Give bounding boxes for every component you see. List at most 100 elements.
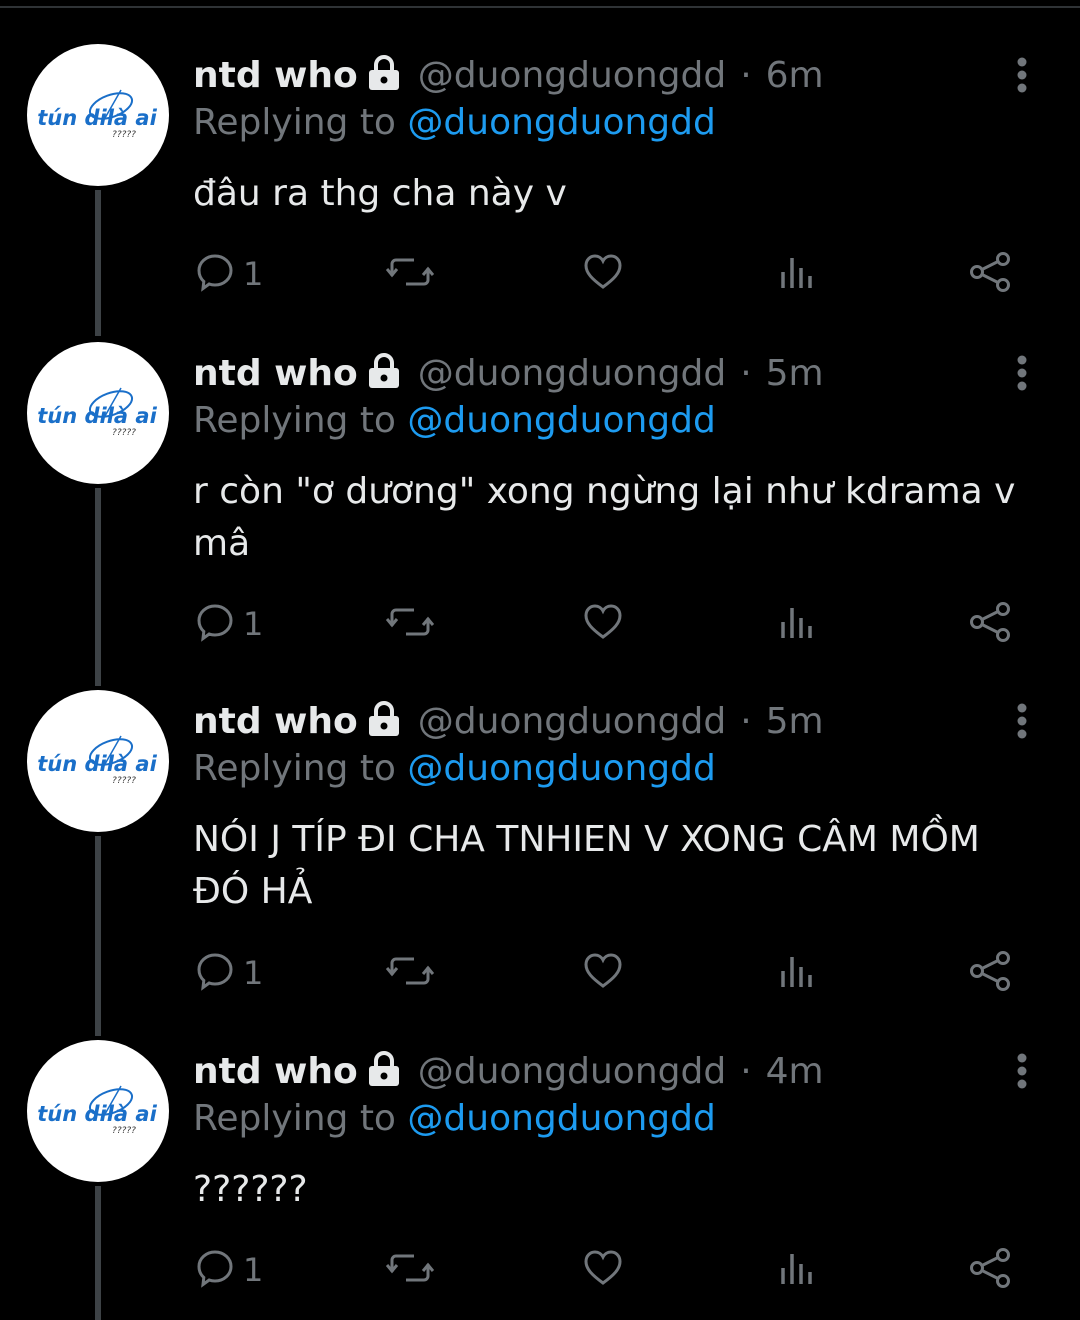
- share-icon: [968, 600, 1014, 648]
- svg-text:?????: ?????: [112, 776, 136, 786]
- reply-button[interactable]: 1: [193, 244, 263, 304]
- reply-button[interactable]: 1: [193, 943, 263, 1003]
- replying-prefix: Replying to: [193, 748, 396, 789]
- svg-text:tún dilà ai: tún dilà ai: [37, 1102, 157, 1126]
- retweet-button[interactable]: [385, 244, 435, 304]
- mention-link[interactable]: @duongduongdd: [407, 1098, 715, 1139]
- share-button[interactable]: [968, 594, 1014, 654]
- more-icon[interactable]: [1004, 1044, 1040, 1098]
- share-icon: [968, 949, 1014, 997]
- more-icon[interactable]: [1004, 48, 1040, 102]
- views-button[interactable]: [776, 594, 820, 654]
- share-button[interactable]: [968, 244, 1014, 304]
- share-icon: [968, 250, 1014, 298]
- tweet-actions: 1: [0, 943, 1080, 1003]
- replying-prefix: Replying to: [193, 1098, 396, 1139]
- timestamp[interactable]: 5m: [766, 701, 824, 742]
- views-icon: [776, 250, 820, 298]
- user-handle[interactable]: @duongduongdd: [418, 55, 726, 96]
- svg-text:?????: ?????: [112, 428, 136, 438]
- thread-line: [95, 488, 101, 686]
- more-icon[interactable]: [1004, 694, 1040, 748]
- like-icon: [581, 949, 625, 997]
- avatar[interactable]: tún dilà ai ?????: [27, 690, 169, 832]
- tweet-actions: 1: [0, 244, 1080, 304]
- svg-text:tún dilà ai: tún dilà ai: [37, 106, 157, 130]
- replying-to: Replying to @duongduongdd: [193, 748, 716, 789]
- views-icon: [776, 600, 820, 648]
- top-divider: [0, 6, 1080, 8]
- retweet-icon: [385, 1246, 435, 1294]
- timestamp[interactable]: 4m: [766, 1051, 824, 1092]
- reply-count: 1: [243, 605, 264, 643]
- reply-icon: [193, 1246, 237, 1294]
- tweet-header: ntd who @duongduongdd · 5m: [193, 346, 824, 400]
- like-button[interactable]: [581, 943, 625, 1003]
- like-button[interactable]: [581, 594, 625, 654]
- reply-button[interactable]: 1: [193, 1240, 263, 1300]
- retweet-icon: [385, 949, 435, 997]
- avatar[interactable]: tún dilà ai ?????: [27, 44, 169, 186]
- share-icon: [968, 1246, 1014, 1294]
- avatar[interactable]: tún dilà ai ?????: [27, 1040, 169, 1182]
- replying-to: Replying to @duongduongdd: [193, 1098, 716, 1139]
- avatar[interactable]: tún dilà ai ?????: [27, 342, 169, 484]
- tweet-header: ntd who @duongduongdd · 6m: [193, 48, 824, 102]
- display-name[interactable]: ntd who: [193, 353, 358, 394]
- retweet-icon: [385, 600, 435, 648]
- replying-to: Replying to @duongduongdd: [193, 102, 716, 143]
- tweet-text: ??????: [193, 1169, 308, 1210]
- share-button[interactable]: [968, 943, 1014, 1003]
- avatar-logo: tún dilà ai ?????: [37, 735, 158, 786]
- separator-dot: ·: [740, 54, 752, 96]
- like-button[interactable]: [581, 1240, 625, 1300]
- svg-text:?????: ?????: [112, 1126, 136, 1136]
- tweet-actions: 1: [0, 594, 1080, 654]
- avatar-logo: tún dilà ai ?????: [37, 387, 158, 438]
- avatar-logo: tún dilà ai ?????: [37, 89, 158, 140]
- tweet-text: NÓI J TÍP ĐI CHA TNHIEN V XONG CÂM MỒM Đ…: [193, 819, 980, 912]
- thread-line: [95, 836, 101, 1036]
- svg-text:?????: ?????: [112, 130, 136, 140]
- display-name[interactable]: ntd who: [193, 1051, 358, 1092]
- retweet-button[interactable]: [385, 594, 435, 654]
- mention-link[interactable]: @duongduongdd: [407, 400, 715, 441]
- like-button[interactable]: [581, 244, 625, 304]
- separator-dot: ·: [740, 352, 752, 394]
- like-icon: [581, 600, 625, 648]
- mention-link[interactable]: @duongduongdd: [407, 748, 715, 789]
- reply-icon: [193, 600, 237, 648]
- tweet-text: đâu ra thg cha này v: [193, 173, 567, 214]
- more-icon[interactable]: [1004, 346, 1040, 400]
- lock-icon: [366, 700, 402, 742]
- svg-text:tún dilà ai: tún dilà ai: [37, 752, 157, 776]
- tweet-header: ntd who @duongduongdd · 5m: [193, 694, 824, 748]
- views-button[interactable]: [776, 1240, 820, 1300]
- lock-icon: [366, 54, 402, 96]
- views-icon: [776, 1246, 820, 1294]
- tweet-actions: 1: [0, 1240, 1080, 1300]
- views-button[interactable]: [776, 943, 820, 1003]
- user-handle[interactable]: @duongduongdd: [418, 701, 726, 742]
- user-handle[interactable]: @duongduongdd: [418, 353, 726, 394]
- retweet-button[interactable]: [385, 943, 435, 1003]
- replying-to: Replying to @duongduongdd: [193, 400, 716, 441]
- like-icon: [581, 250, 625, 298]
- separator-dot: ·: [740, 1050, 752, 1092]
- mention-link[interactable]: @duongduongdd: [407, 102, 715, 143]
- reply-button[interactable]: 1: [193, 594, 263, 654]
- display-name[interactable]: ntd who: [193, 701, 358, 742]
- views-icon: [776, 949, 820, 997]
- like-icon: [581, 1246, 625, 1294]
- views-button[interactable]: [776, 244, 820, 304]
- retweet-button[interactable]: [385, 1240, 435, 1300]
- svg-text:tún dilà ai: tún dilà ai: [37, 404, 157, 428]
- user-handle[interactable]: @duongduongdd: [418, 1051, 726, 1092]
- reply-count: 1: [243, 1251, 264, 1289]
- avatar-logo: tún dilà ai ?????: [37, 1085, 158, 1136]
- replying-prefix: Replying to: [193, 400, 396, 441]
- timestamp[interactable]: 5m: [766, 353, 824, 394]
- share-button[interactable]: [968, 1240, 1014, 1300]
- timestamp[interactable]: 6m: [766, 55, 824, 96]
- display-name[interactable]: ntd who: [193, 55, 358, 96]
